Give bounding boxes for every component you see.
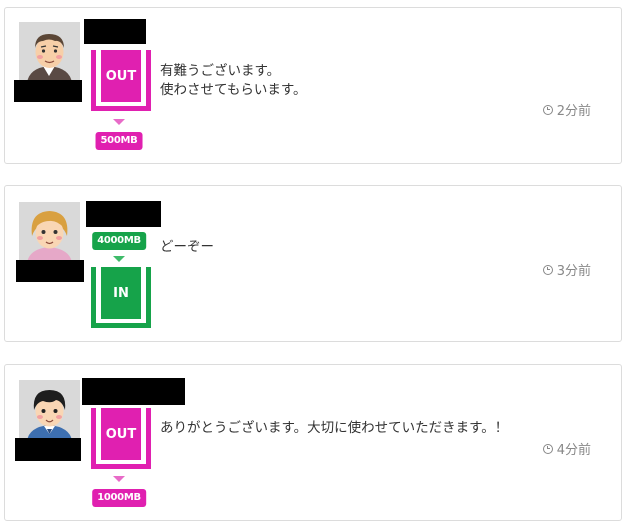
post-card: OUT 1000MB ありがとうございます。大切に使わせていただきます。！ 4分… [4,364,622,521]
name-redacted [84,19,146,44]
arrow-down-icon [113,119,125,125]
user-avatar[interactable] [19,22,80,83]
name-redacted [82,378,185,405]
post-card: 4000MB IN どーぞー 3分前 [4,185,622,342]
post-message: どーぞー [160,239,214,255]
post-time: 3分前 [542,260,591,279]
post-message: 有難うございます。 使わさせてもらいます。 [160,63,307,98]
post-message: ありがとうございます。大切に使わせていただきます。！ [160,420,509,436]
username-redacted [15,438,81,461]
user-avatar[interactable] [19,380,80,441]
amount-badge: 500MB [95,132,143,150]
user-avatar[interactable] [19,202,80,263]
clock-icon [542,443,553,454]
username-redacted [14,80,82,102]
direction-label: IN [101,267,141,319]
direction-label: OUT [101,50,141,102]
amount-badge: 1000MB [92,489,146,507]
post-time: 2分前 [542,100,591,119]
name-redacted [86,201,161,227]
arrow-down-icon [113,256,125,262]
clock-icon [542,264,553,275]
out-transfer-box: OUT [91,50,151,111]
young-man-icon [19,380,80,441]
direction-label: OUT [101,408,141,460]
post-card: OUT 500MB 有難うございます。 使わさせてもらいます。 2分前 [4,7,622,164]
post-time: 4分前 [542,439,591,458]
clock-icon [542,104,553,115]
arrow-down-icon [113,476,125,482]
woman-blonde-icon [19,202,80,263]
in-transfer-box: IN [91,267,151,328]
amount-badge: 4000MB [92,232,146,250]
out-transfer-box: OUT [91,408,151,469]
username-redacted [16,260,84,282]
man-with-glasses-icon [19,22,80,83]
